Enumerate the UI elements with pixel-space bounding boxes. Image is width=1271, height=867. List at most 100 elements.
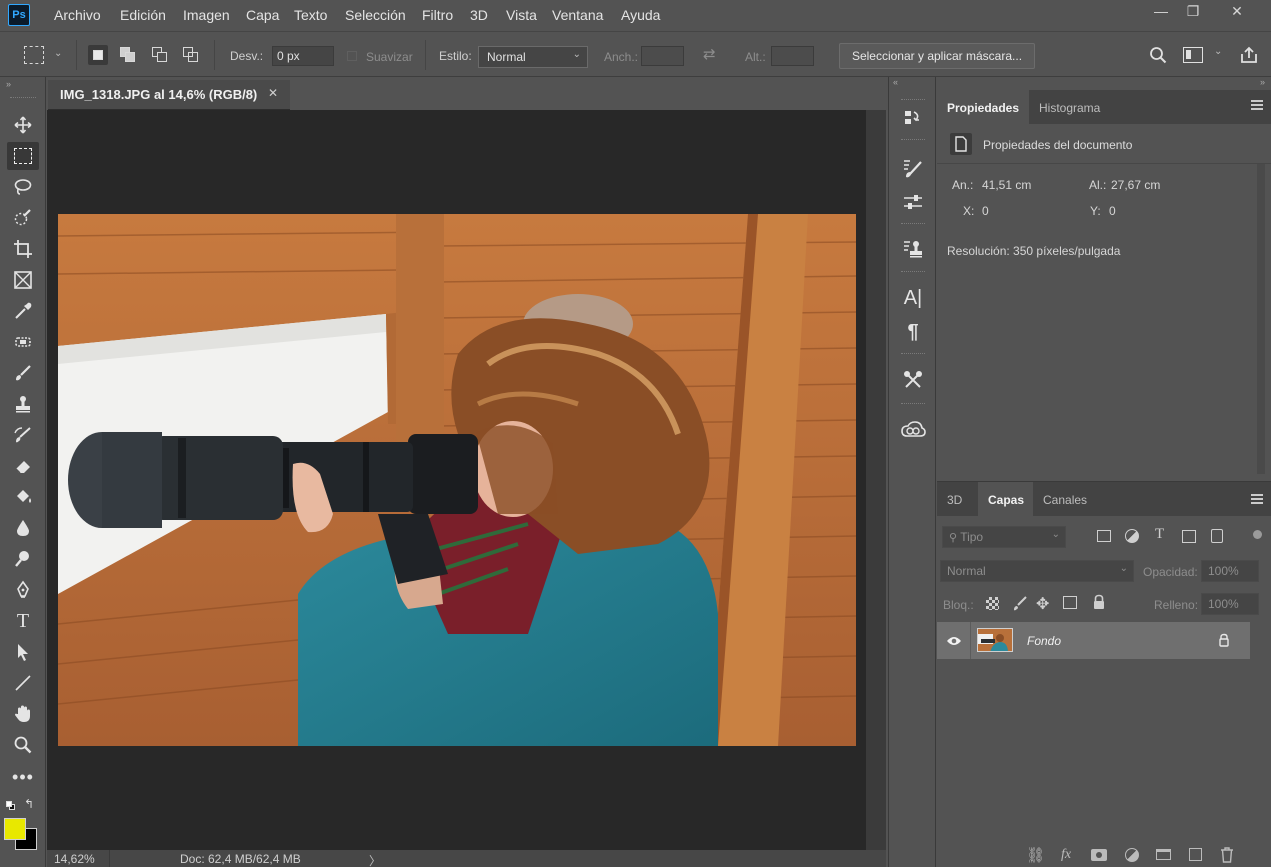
- tab-capas[interactable]: Capas: [978, 482, 1033, 516]
- type-tool-icon[interactable]: T: [7, 607, 39, 635]
- history-panel-icon[interactable]: [896, 103, 930, 133]
- workspace-icon[interactable]: [1183, 47, 1203, 63]
- new-adjustment-layer-icon[interactable]: [1125, 848, 1139, 862]
- menu-filtro[interactable]: Filtro: [422, 7, 453, 23]
- new-group-icon[interactable]: [1156, 849, 1171, 860]
- filter-smart-object-icon[interactable]: [1211, 529, 1223, 543]
- search-icon[interactable]: [1149, 46, 1167, 67]
- link-layers-icon[interactable]: ⛓: [1026, 846, 1045, 864]
- chevron-down-icon[interactable]: ⌄: [1214, 46, 1222, 57]
- menu-texto[interactable]: Texto: [294, 7, 327, 23]
- collapse-panel-icon[interactable]: «: [893, 77, 898, 87]
- swap-colors-icon[interactable]: ↰: [24, 797, 34, 811]
- menu-ayuda[interactable]: Ayuda: [621, 7, 660, 23]
- adjustments-panel-icon[interactable]: [896, 187, 930, 217]
- chevron-down-icon[interactable]: ⌄: [54, 48, 62, 59]
- line-tool-icon[interactable]: [7, 669, 39, 697]
- menu-imagen[interactable]: Imagen: [183, 7, 230, 23]
- close-window-button[interactable]: ✕: [1222, 2, 1252, 22]
- feather-input[interactable]: 0 px: [272, 46, 334, 66]
- share-icon[interactable]: [1239, 45, 1259, 68]
- blur-tool-icon[interactable]: [7, 514, 39, 542]
- menu-edicion[interactable]: Edición: [120, 7, 166, 23]
- filter-type-icon[interactable]: T: [1155, 526, 1164, 543]
- rectangular-marquee-tool-icon[interactable]: [7, 142, 39, 170]
- filter-adjustment-icon[interactable]: [1125, 529, 1139, 543]
- add-selection-icon[interactable]: [118, 45, 138, 65]
- document-tab[interactable]: IMG_1318.JPG al 14,6% (RGB/8) ✕: [48, 80, 290, 110]
- filter-pixel-icon[interactable]: [1097, 530, 1111, 542]
- frame-tool-icon[interactable]: [7, 266, 39, 294]
- more-tools-icon[interactable]: •••: [7, 763, 39, 791]
- rect-marquee-preset-icon[interactable]: [24, 46, 44, 64]
- lock-icon[interactable]: [1218, 633, 1230, 650]
- brush-tool-icon[interactable]: [7, 359, 39, 387]
- menu-seleccion[interactable]: Selección: [345, 7, 406, 23]
- minimize-button[interactable]: —: [1146, 2, 1176, 22]
- eyedropper-tool-icon[interactable]: [7, 297, 39, 325]
- pen-tool-icon[interactable]: [7, 576, 39, 604]
- paragraph-panel-icon[interactable]: ¶: [896, 317, 930, 347]
- menu-ventana[interactable]: Ventana: [552, 7, 603, 23]
- fill-input[interactable]: 100%: [1201, 593, 1259, 615]
- menu-archivo[interactable]: Archivo: [54, 7, 101, 23]
- menu-vista[interactable]: Vista: [506, 7, 537, 23]
- status-menu-arrow[interactable]: 〉: [369, 852, 381, 867]
- hand-tool-icon[interactable]: [7, 700, 39, 728]
- menu-capa[interactable]: Capa: [246, 7, 279, 23]
- tab-canales[interactable]: Canales: [1033, 482, 1103, 516]
- lasso-tool-icon[interactable]: [7, 173, 39, 201]
- photoshop-logo[interactable]: Ps: [8, 4, 30, 26]
- delete-layer-icon[interactable]: [1220, 847, 1234, 866]
- new-layer-icon[interactable]: [1189, 848, 1202, 861]
- lock-transparent-pixels-icon[interactable]: [986, 597, 999, 610]
- path-selection-tool-icon[interactable]: [7, 638, 39, 666]
- creative-cloud-libraries-icon[interactable]: [896, 415, 930, 445]
- subtract-selection-icon[interactable]: [150, 45, 170, 65]
- zoom-level[interactable]: 14,62%: [54, 852, 95, 866]
- collapse-panel-icon[interactable]: »: [6, 79, 11, 89]
- close-tab-icon[interactable]: ✕: [268, 86, 278, 100]
- collapse-panel-icon[interactable]: »: [1260, 77, 1265, 87]
- opacity-input[interactable]: 100%: [1201, 560, 1259, 582]
- tab-3d[interactable]: 3D: [937, 482, 977, 516]
- width-input[interactable]: [641, 46, 684, 66]
- dodge-tool-icon[interactable]: [7, 545, 39, 573]
- fx-icon[interactable]: fx: [1061, 847, 1071, 863]
- crop-tool-icon[interactable]: [7, 235, 39, 263]
- character-panel-icon[interactable]: A|: [896, 283, 930, 313]
- default-colors-icon[interactable]: [6, 801, 15, 810]
- panel-menu-icon[interactable]: [1251, 100, 1263, 110]
- filter-toggle[interactable]: [1253, 530, 1262, 539]
- properties-scrollbar[interactable]: [1257, 164, 1265, 474]
- clone-stamp-tool-icon[interactable]: [7, 390, 39, 418]
- intersect-selection-icon[interactable]: [181, 45, 201, 65]
- select-and-mask-button[interactable]: Seleccionar y aplicar máscara...: [839, 43, 1035, 69]
- y-value[interactable]: 0: [1109, 204, 1116, 218]
- brush-settings-panel-icon[interactable]: [896, 153, 930, 183]
- new-selection-icon[interactable]: [88, 45, 108, 65]
- filter-shape-icon[interactable]: [1182, 530, 1196, 543]
- layer-visibility-icon[interactable]: [937, 622, 971, 659]
- layer-row[interactable]: Fondo: [937, 622, 1250, 659]
- zoom-tool-icon[interactable]: [7, 731, 39, 759]
- healing-brush-tool-icon[interactable]: [7, 328, 39, 356]
- height-input[interactable]: [771, 46, 814, 66]
- history-brush-tool-icon[interactable]: [7, 421, 39, 449]
- tab-propiedades[interactable]: Propiedades: [937, 90, 1029, 124]
- layer-name[interactable]: Fondo: [1027, 634, 1061, 648]
- height-value[interactable]: 27,67 cm: [1111, 178, 1160, 192]
- lock-position-icon[interactable]: ✥: [1036, 594, 1049, 614]
- swap-icon[interactable]: ⇄: [703, 45, 716, 63]
- layer-filter-select[interactable]: ⚲ Tipo ⌄: [942, 526, 1066, 548]
- restore-button[interactable]: ❐: [1178, 2, 1208, 22]
- lock-all-icon[interactable]: [1092, 594, 1106, 613]
- menu-3d[interactable]: 3D: [470, 7, 488, 23]
- clone-source-panel-icon[interactable]: [896, 234, 930, 264]
- lock-image-pixels-icon[interactable]: [1012, 595, 1028, 614]
- lock-artboard-icon[interactable]: [1063, 596, 1077, 609]
- paint-bucket-tool-icon[interactable]: [7, 483, 39, 511]
- width-value[interactable]: 41,51 cm: [982, 178, 1031, 192]
- move-tool-icon[interactable]: [7, 111, 39, 139]
- quick-selection-tool-icon[interactable]: [7, 204, 39, 232]
